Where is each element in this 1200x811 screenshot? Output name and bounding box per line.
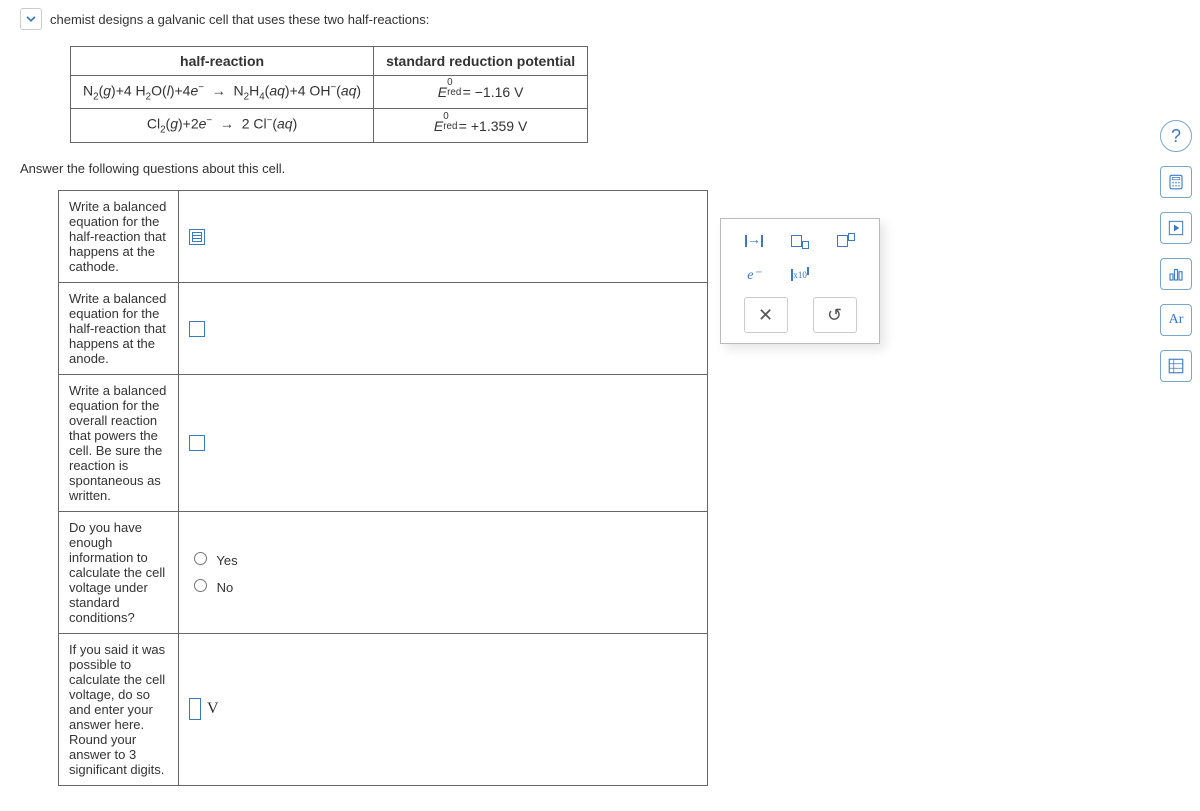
calculator-icon bbox=[1167, 173, 1185, 191]
electron-icon: e⁻ bbox=[747, 267, 761, 284]
potential-2: E0red = +1.359 V bbox=[374, 109, 588, 142]
radio-no-label[interactable]: No bbox=[189, 580, 233, 595]
equation-palette: → e⁻ x10 ✕ ↺ bbox=[720, 218, 880, 344]
col-half-reaction: half-reaction bbox=[71, 47, 374, 76]
q2-prompt: Write a balanced equation for the half-r… bbox=[59, 282, 179, 374]
palette-reset-button[interactable]: ↺ bbox=[813, 297, 857, 333]
x-icon: ✕ bbox=[758, 305, 773, 326]
calculator-button[interactable] bbox=[1160, 166, 1192, 198]
box-icon bbox=[837, 235, 848, 247]
palette-electron-button[interactable]: e⁻ bbox=[739, 263, 769, 287]
subscript-box-icon bbox=[802, 241, 809, 249]
radio-yes-text: Yes bbox=[216, 553, 237, 568]
q3-answer-cell[interactable] bbox=[179, 374, 708, 511]
palette-subscript-button[interactable] bbox=[785, 229, 815, 253]
palette-superscript-button[interactable] bbox=[831, 229, 861, 253]
chevron-down-icon bbox=[24, 12, 38, 26]
equation-input-icon bbox=[189, 321, 205, 337]
radio-yes-label[interactable]: Yes bbox=[189, 553, 238, 568]
problem-intro: chemist designs a galvanic cell that use… bbox=[50, 12, 429, 27]
answer-table: Write a balanced equation for the half-r… bbox=[58, 190, 708, 786]
superscript-box-icon bbox=[848, 233, 855, 241]
radio-no[interactable] bbox=[194, 579, 207, 592]
play-button[interactable] bbox=[1160, 212, 1192, 244]
table-icon bbox=[1167, 357, 1185, 375]
collapse-toggle[interactable] bbox=[20, 8, 42, 30]
periodic-table-button[interactable]: Ar bbox=[1160, 304, 1192, 336]
q1-prompt: Write a balanced equation for the half-r… bbox=[59, 190, 179, 282]
help-button[interactable]: ? bbox=[1160, 120, 1192, 152]
reaction-1: N2(g)+4 H2O(l)+4e− → N2H4(aq)+4 OH−(aq) bbox=[71, 76, 374, 109]
question-icon: ? bbox=[1171, 126, 1181, 147]
play-icon bbox=[1168, 220, 1184, 236]
box-icon bbox=[761, 235, 763, 247]
q1-answer-cell[interactable] bbox=[179, 190, 708, 282]
potential-1: E0red = −1.16 V bbox=[374, 76, 588, 109]
voltage-unit: V bbox=[207, 700, 219, 718]
bars-button[interactable] bbox=[1160, 258, 1192, 290]
right-sidebar: ? Ar bbox=[1160, 120, 1192, 382]
radio-yes[interactable] bbox=[194, 552, 207, 565]
q5-answer-cell[interactable]: V bbox=[189, 698, 697, 720]
bars-icon bbox=[1167, 265, 1185, 283]
reset-icon: ↺ bbox=[827, 305, 842, 326]
x10-label: x10 bbox=[793, 270, 807, 280]
q3-prompt: Write a balanced equation for the overal… bbox=[59, 374, 179, 511]
subtitle: Answer the following questions about thi… bbox=[20, 161, 1160, 176]
equation-input-icon bbox=[189, 229, 205, 245]
voltage-input-icon bbox=[189, 698, 201, 720]
palette-clear-button[interactable]: ✕ bbox=[744, 297, 788, 333]
ar-icon: Ar bbox=[1169, 312, 1184, 328]
reaction-2: Cl2(g)+2e− → 2 Cl−(aq) bbox=[71, 109, 374, 142]
palette-x10-button[interactable]: x10 bbox=[785, 263, 815, 287]
col-potential: standard reduction potential bbox=[374, 47, 588, 76]
box-icon bbox=[791, 235, 802, 247]
data-table-button[interactable] bbox=[1160, 350, 1192, 382]
half-reaction-table: half-reaction standard reduction potenti… bbox=[70, 46, 588, 143]
arrow-icon: → bbox=[747, 233, 761, 249]
radio-no-text: No bbox=[217, 580, 234, 595]
q5-prompt: If you said it was possible to calculate… bbox=[59, 633, 179, 785]
exp-box-icon bbox=[807, 267, 809, 275]
q4-prompt: Do you have enough information to calcul… bbox=[59, 511, 179, 633]
q2-answer-cell[interactable] bbox=[179, 282, 708, 374]
equation-input-icon bbox=[189, 435, 205, 451]
palette-arrow-button[interactable]: → bbox=[739, 229, 769, 253]
